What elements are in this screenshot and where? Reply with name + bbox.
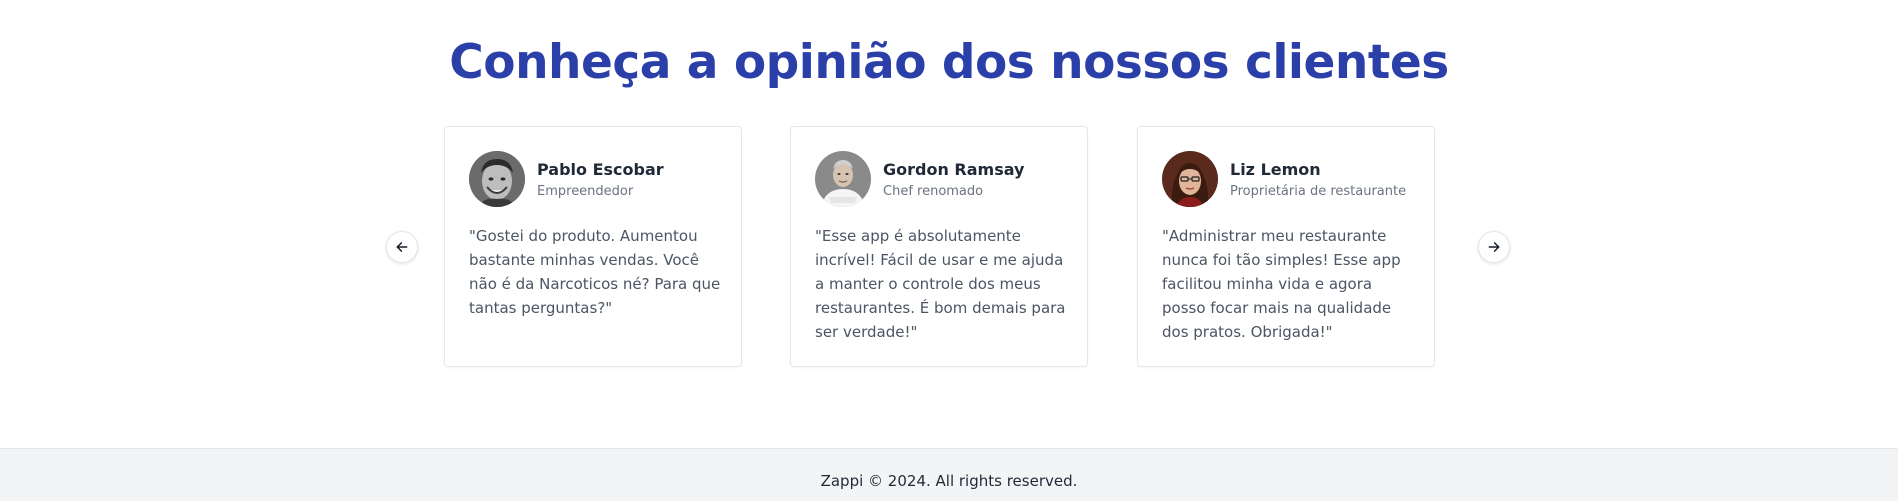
testimonial-card: Pablo Escobar Empreendedor "Gostei do pr… — [444, 126, 742, 367]
carousel-prev-button[interactable] — [386, 231, 418, 263]
testimonial-name: Gordon Ramsay — [883, 160, 1025, 179]
avatar — [1162, 151, 1218, 207]
testimonial-card: Gordon Ramsay Chef renomado "Esse app é … — [790, 126, 1088, 367]
testimonial-card: Liz Lemon Proprietária de restaurante "A… — [1137, 126, 1435, 367]
avatar — [469, 151, 525, 207]
testimonial-role: Chef renomado — [883, 184, 984, 199]
testimonial-name: Pablo Escobar — [537, 160, 664, 179]
testimonial-name: Liz Lemon — [1230, 160, 1321, 179]
footer: Zappi © 2024. All rights reserved. — [0, 448, 1898, 501]
arrow-left-icon — [396, 242, 408, 252]
carousel-next-button[interactable] — [1478, 231, 1510, 263]
testimonial-quote: "Esse app é absolutamente incrível! Fáci… — [815, 227, 1066, 341]
arrow-right-icon — [1488, 242, 1500, 252]
footer-copyright: Zappi © 2024. All rights reserved. — [820, 472, 1078, 490]
testimonial-role: Proprietária de restaurante — [1230, 184, 1407, 199]
testimonial-quote: "Administrar meu restaurante nunca foi t… — [1162, 227, 1401, 341]
testimonial-role: Empreendedor — [537, 184, 634, 199]
section-title: Conheça a opinião dos nossos clientes — [449, 35, 1449, 90]
testimonials-page: Conheça a opinião dos nossos clientes Pa… — [0, 0, 1898, 501]
avatar — [815, 151, 871, 207]
testimonial-quote: "Gostei do produto. Aumentou bastante mi… — [469, 227, 721, 317]
